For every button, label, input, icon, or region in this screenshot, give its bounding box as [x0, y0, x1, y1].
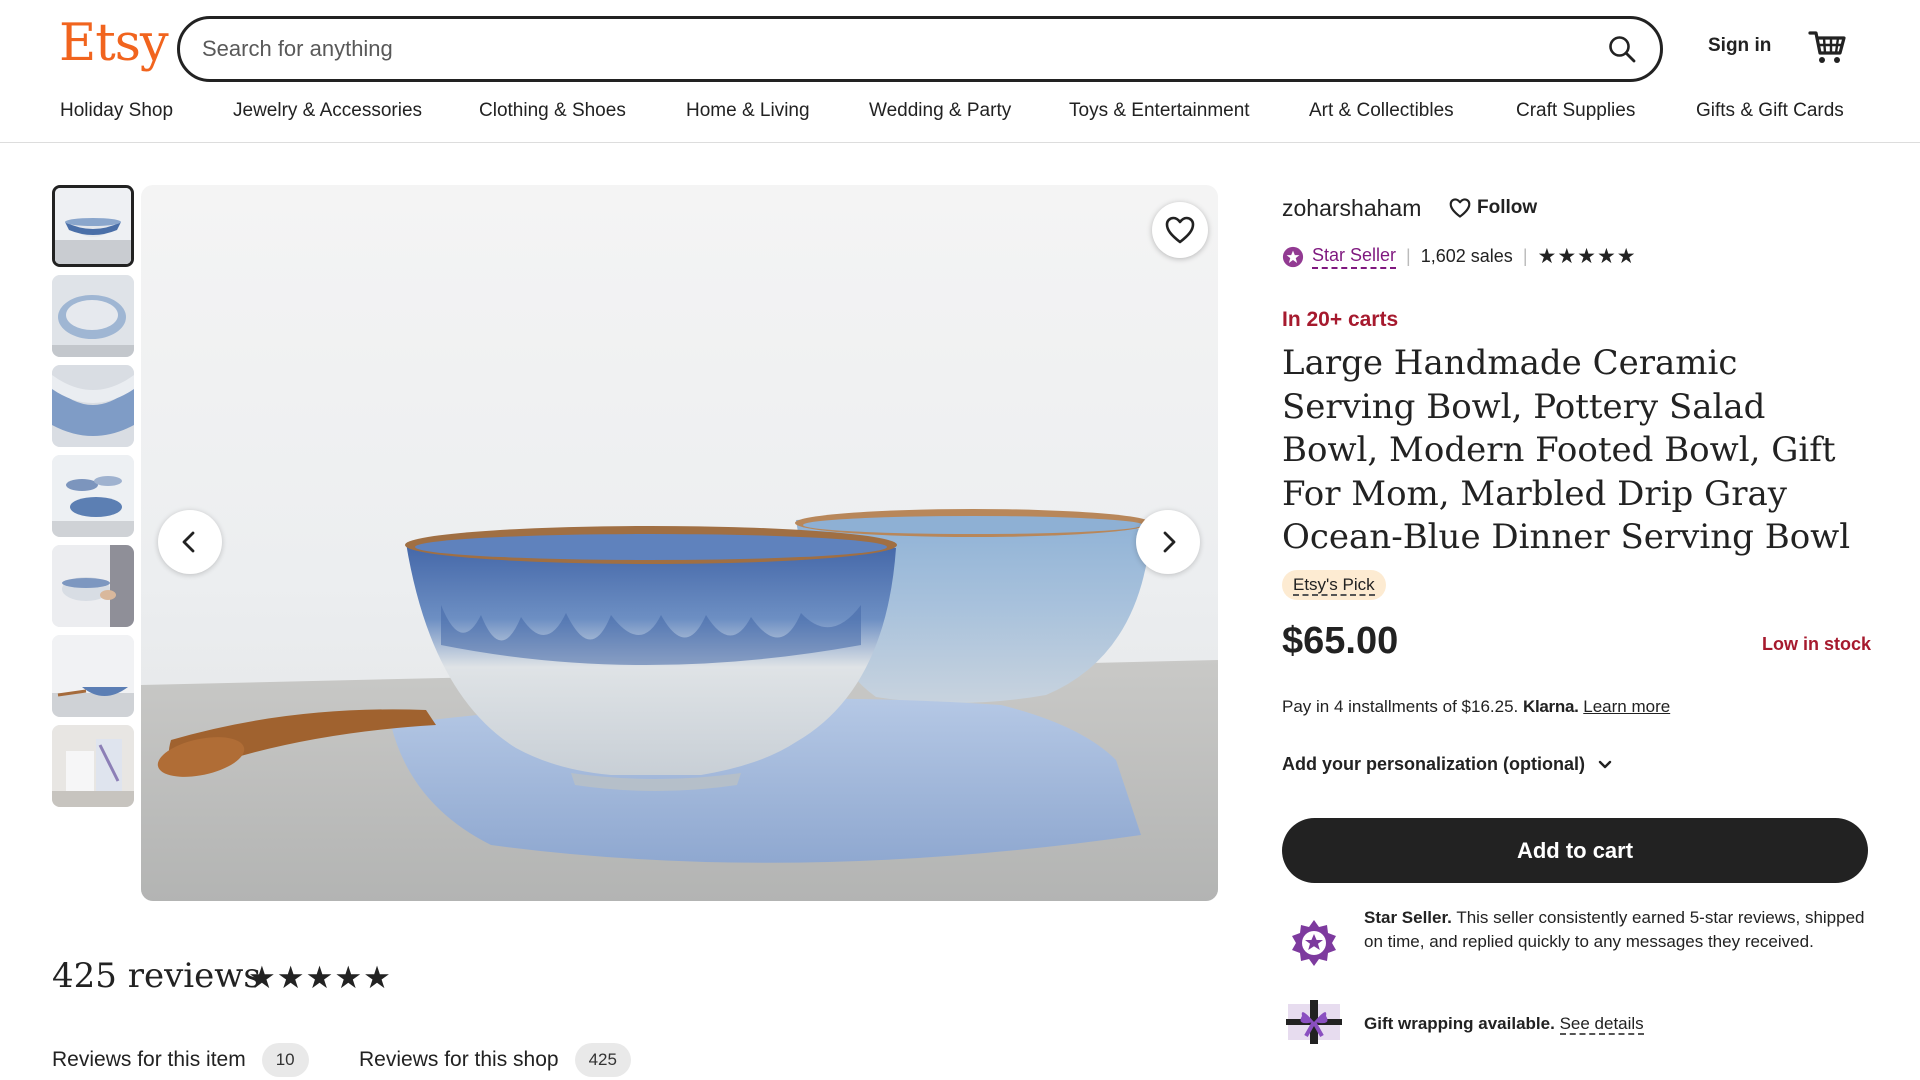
search-input[interactable] — [202, 19, 1542, 79]
gift-wrap-info: Gift wrapping available. See details — [1364, 1012, 1870, 1036]
divider: | — [1406, 246, 1411, 266]
reviews-heading: 425 reviews — [52, 956, 261, 996]
follow-label: Follow — [1477, 197, 1538, 218]
thumbnail-4[interactable] — [52, 455, 134, 537]
sign-in-link[interactable]: Sign in — [1708, 35, 1771, 57]
gift-wrap-title: Gift wrapping available. — [1364, 1014, 1555, 1033]
add-to-cart-button[interactable]: Add to cart — [1282, 818, 1868, 883]
divider: | — [1522, 246, 1528, 266]
in-carts-notice: In 20+ carts — [1282, 308, 1399, 331]
nav-gifts-gift-cards[interactable]: Gifts & Gift Cards — [1696, 100, 1844, 122]
tab-reviews-for-item-count: 10 — [261, 1043, 309, 1077]
follow-shop-button[interactable]: Follow — [1449, 197, 1537, 219]
chevron-right-icon — [1163, 531, 1176, 553]
nav-toys-entertainment[interactable]: Toys & Entertainment — [1069, 100, 1250, 122]
nav-wedding-party[interactable]: Wedding & Party — [869, 100, 1011, 122]
thumbnail-2[interactable] — [52, 275, 134, 357]
heart-icon — [1165, 216, 1195, 244]
tab-reviews-for-item[interactable]: Reviews for this item 10 — [52, 1043, 309, 1077]
low-stock-notice: Low in stock — [1762, 634, 1872, 654]
star-seller-info: Star Seller. This seller consistently ea… — [1364, 906, 1870, 954]
klarna-logo: Klarna. — [1522, 697, 1579, 716]
nav-clothing-shoes[interactable]: Clothing & Shoes — [479, 100, 626, 122]
installments-info: Pay in 4 installments of $16.25. Klarna.… — [1282, 697, 1670, 717]
thumbnail-5[interactable] — [52, 545, 134, 627]
search-bar — [177, 16, 1663, 82]
sales-count: 1,602 sales — [1420, 246, 1513, 266]
thumbnail-7[interactable] — [52, 725, 134, 807]
chevron-down-icon — [1598, 760, 1612, 768]
thumbnail-1[interactable] — [52, 185, 134, 267]
nav-holiday-shop[interactable]: Holiday Shop — [60, 100, 173, 122]
heart-outline-icon — [1449, 198, 1471, 218]
category-nav: Holiday Shop Jewelry & Accessories Cloth… — [0, 100, 1920, 130]
star-seller-link[interactable]: Star Seller — [1312, 245, 1397, 269]
shop-name-link[interactable]: zoharshaham — [1282, 195, 1421, 222]
previous-image-button[interactable] — [158, 510, 222, 574]
tab-reviews-for-item-label: Reviews for this item — [52, 1048, 246, 1071]
etsys-pick-label: Etsy's Pick — [1293, 575, 1375, 596]
favorite-button[interactable] — [1152, 202, 1208, 258]
etsys-pick-badge[interactable]: Etsy's Pick — [1282, 570, 1386, 600]
star-seller-badge-icon — [1282, 246, 1304, 267]
cart-icon — [1808, 31, 1846, 63]
shop-star-rating[interactable]: ★★★★★ — [1538, 244, 1637, 269]
personalization-label: Add your personalization (optional) — [1282, 754, 1585, 774]
search-icon — [1609, 36, 1636, 63]
tab-reviews-for-shop-count: 425 — [574, 1043, 631, 1077]
tab-reviews-for-shop-label: Reviews for this shop — [359, 1048, 559, 1071]
listing-title: Large Handmade Ceramic Serving Bowl, Pot… — [1282, 343, 1851, 557]
star-seller-info-title: Star Seller. — [1364, 908, 1452, 927]
star-seller-icon — [1292, 920, 1336, 966]
nav-craft-supplies[interactable]: Craft Supplies — [1516, 100, 1635, 122]
gift-wrap-icon — [1286, 1000, 1342, 1044]
learn-more-link[interactable]: Learn more — [1583, 697, 1670, 716]
nav-art-collectibles[interactable]: Art & Collectibles — [1309, 100, 1454, 122]
chevron-left-icon — [182, 531, 195, 553]
installments-text: Pay in 4 installments of $16.25. — [1282, 697, 1519, 716]
reviews-star-rating: ★★★★★ — [248, 960, 392, 995]
nav-home-living[interactable]: Home & Living — [686, 100, 810, 122]
personalization-toggle[interactable]: Add your personalization (optional) — [1282, 754, 1613, 775]
nav-jewelry-accessories[interactable]: Jewelry & Accessories — [233, 100, 422, 122]
gift-wrap-details-link[interactable]: See details — [1559, 1014, 1644, 1035]
listing-price: $65.00 — [1282, 620, 1399, 662]
seller-stats-row: Star Seller | 1,602 sales | ★★★★★ — [1282, 244, 1637, 269]
site-header: Etsy Sign in Holiday Shop Jewelry & Acce… — [0, 0, 1920, 143]
cart-button[interactable] — [1806, 26, 1848, 68]
ceramic-bowl-photo — [141, 185, 1218, 901]
thumbnail-3[interactable] — [52, 365, 134, 447]
etsy-logo[interactable]: Etsy — [59, 14, 169, 73]
thumbnail-6[interactable] — [52, 635, 134, 717]
search-button[interactable] — [1598, 25, 1646, 73]
next-image-button[interactable] — [1136, 510, 1200, 574]
main-product-image — [141, 185, 1218, 901]
tab-reviews-for-shop[interactable]: Reviews for this shop 425 — [359, 1043, 631, 1077]
